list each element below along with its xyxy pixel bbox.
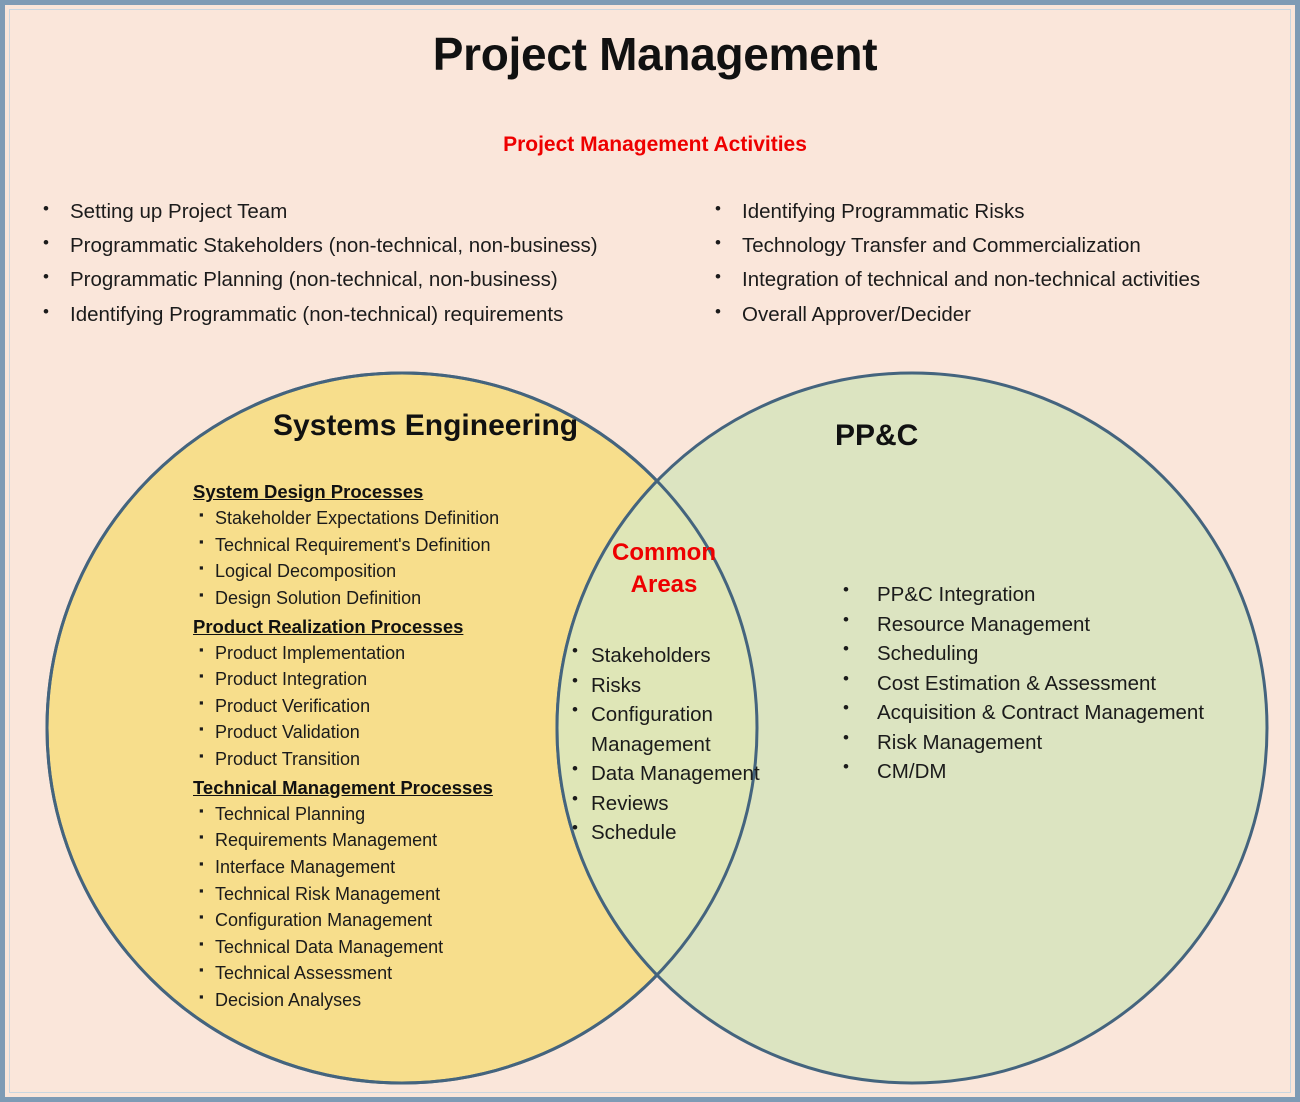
se-group-title: Product Realization Processes [193,615,464,637]
se-item: Design Solution Definition [193,585,543,612]
activity-bullet: Identifying Programmatic (non-technical)… [35,301,695,328]
common-areas-list: StakeholdersRisksConfiguration Managemen… [567,639,797,848]
se-item: Product Transition [193,746,543,773]
ppc-list: PP&C IntegrationResource ManagementSched… [835,578,1235,787]
se-item: Stakeholder Expectations Definition [193,505,543,532]
activity-bullet: Programmatic Stakeholders (non-technical… [35,232,695,259]
se-item: Decision Analyses [193,987,543,1014]
se-item: Product Validation [193,719,543,746]
activity-bullet: Technology Transfer and Commercializatio… [707,232,1295,259]
se-item: Technical Data Management [193,934,543,961]
systems-engineering-heading: Systems Engineering [273,409,579,442]
se-item: Requirements Management [193,827,543,854]
common-area-item: Data Management [567,757,797,789]
se-item: Product Verification [193,693,543,720]
activity-bullet: Programmatic Planning (non-technical, no… [35,266,695,293]
se-item: Interface Management [193,854,543,881]
activities-right-column: Identifying Programmatic Risks Technology… [707,198,1295,336]
se-item: Technical Assessment [193,960,543,987]
ppc-item: Scheduling [835,637,1235,669]
systems-engineering-content: System Design Processes Stakeholder Expec… [193,481,543,1018]
activity-bullet: Setting up Project Team [35,198,695,225]
se-item: Product Integration [193,666,543,693]
ppc-item: CM/DM [835,755,1235,787]
common-area-item: Reviews [567,787,797,819]
activity-bullet: Overall Approver/Decider [707,301,1295,328]
common-area-item: Risks [567,669,797,701]
se-group-list: Stakeholder Expectations DefinitionTechn… [193,505,543,612]
se-group-list: Technical PlanningRequirements Managemen… [193,801,543,1014]
ppc-heading: PP&C [835,419,919,452]
page-title: Project Management [432,28,878,80]
activities-left-column: Setting up Project Team Programmatic Stak… [35,198,695,336]
common-area-item: Configuration Management [567,698,797,759]
ppc-item: PP&C Integration [835,578,1235,610]
se-item: Technical Risk Management [193,881,543,908]
common-areas-content: StakeholdersRisksConfiguration Managemen… [567,639,797,848]
activity-bullet: Integration of technical and non-technic… [707,266,1295,293]
common-areas-heading: Common Areas [612,539,716,598]
activities-left-list: Setting up Project Team Programmatic Stak… [35,198,695,328]
se-item: Technical Planning [193,801,543,828]
ppc-item: Risk Management [835,726,1235,758]
common-area-item: Stakeholders [567,639,797,671]
activities-right-list: Identifying Programmatic Risks Technology… [707,198,1295,328]
se-group-list: Product ImplementationProduct Integratio… [193,640,543,773]
se-group-title: Technical Management Processes [193,776,493,798]
se-item: Technical Requirement's Definition [193,532,543,559]
project-management-diagram: Project Management Project Management Ac… [0,0,1300,1102]
activity-bullet: Identifying Programmatic Risks [707,198,1295,225]
se-group-title: System Design Processes [193,481,424,502]
ppc-item: Cost Estimation & Assessment [835,667,1235,699]
se-item: Configuration Management [193,907,543,934]
se-item: Logical Decomposition [193,558,543,585]
common-area-item: Schedule [567,816,797,848]
ppc-content: PP&C IntegrationResource ManagementSched… [835,578,1235,787]
page-subtitle: Project Management Activities [503,133,807,156]
ppc-item: Acquisition & Contract Management [835,696,1235,728]
ppc-item: Resource Management [835,608,1235,640]
se-item: Product Implementation [193,640,543,667]
